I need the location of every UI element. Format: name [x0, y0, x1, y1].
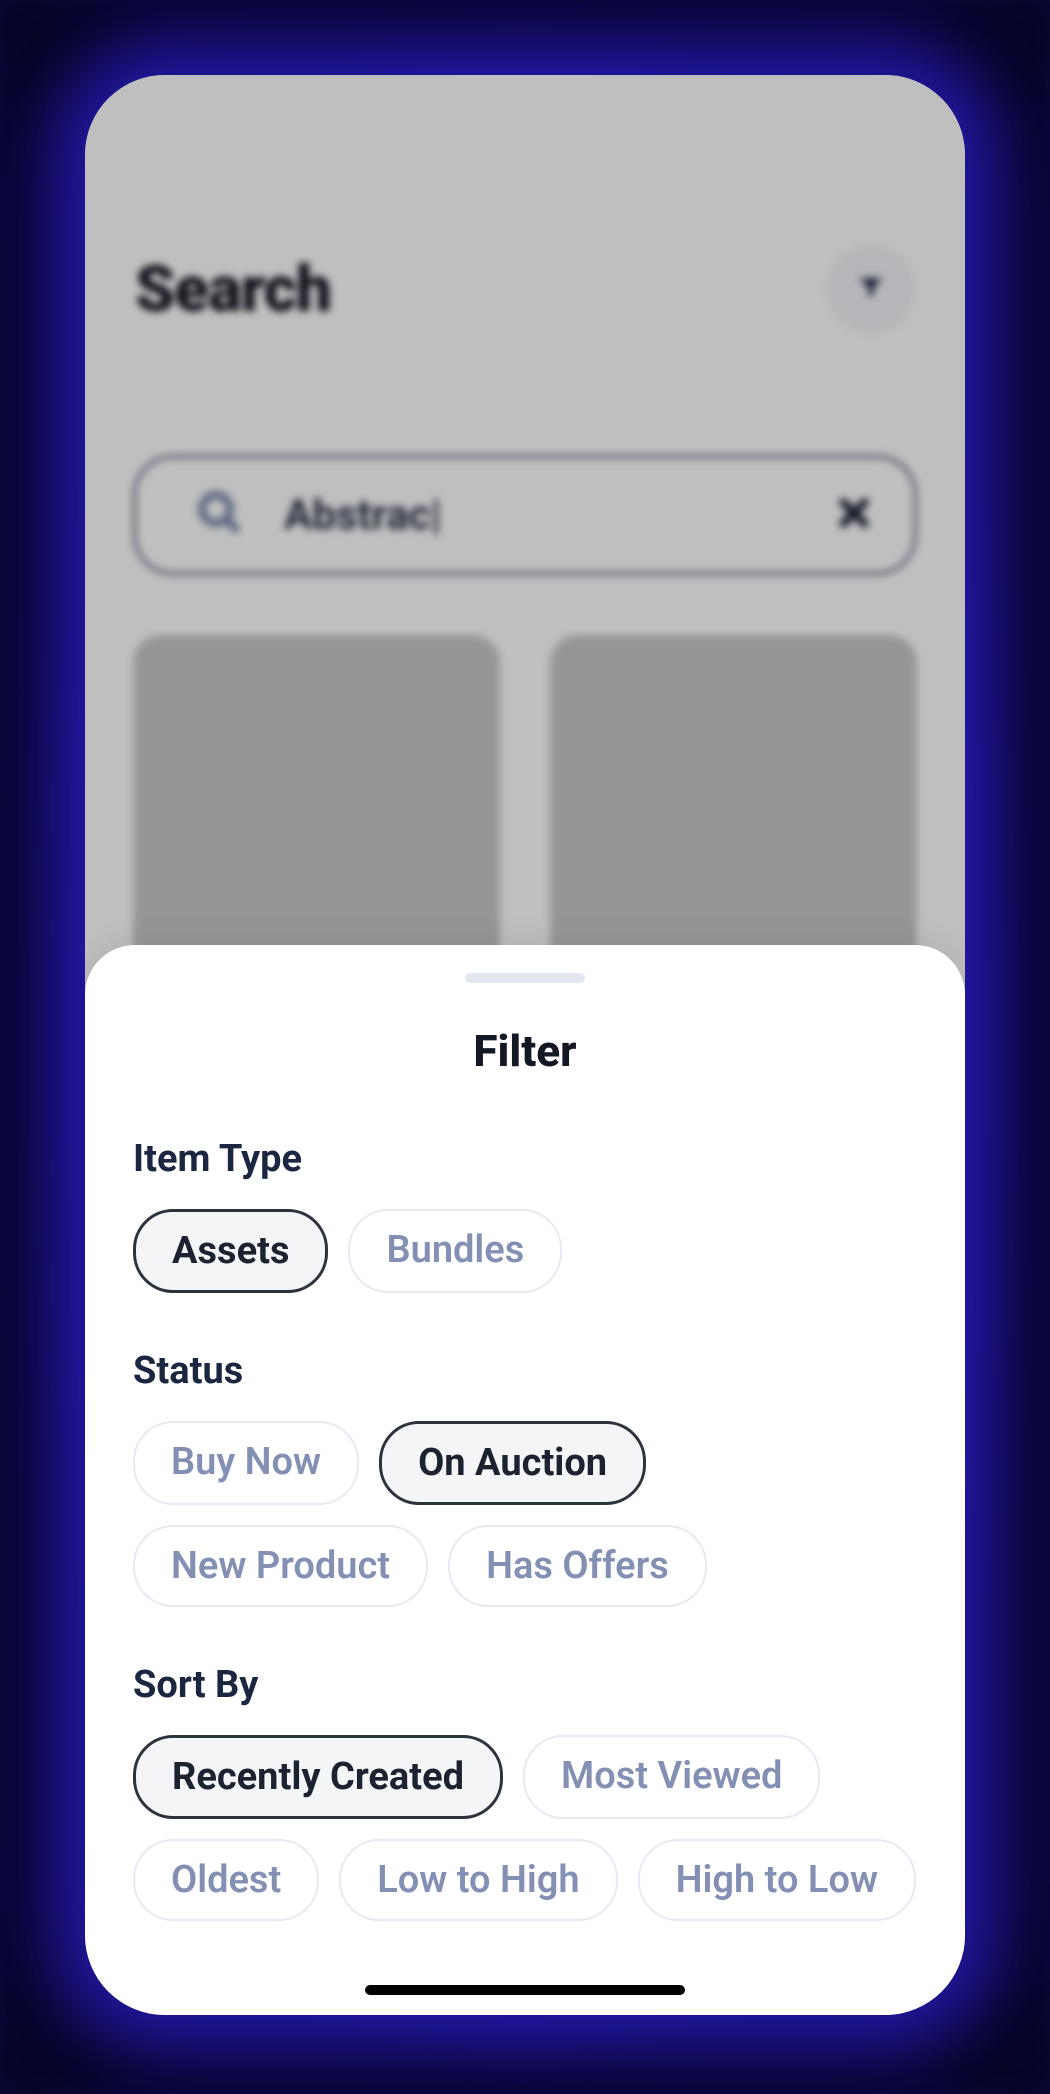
section-label-sort-by: Sort By — [133, 1663, 917, 1707]
chip-row-sort-by: Recently CreatedMost Viewed OldestLow to … — [133, 1735, 917, 1921]
filter-chip[interactable]: Most Viewed — [523, 1735, 820, 1819]
filter-chip[interactable]: High to Low — [638, 1839, 916, 1921]
filter-chip[interactable]: New Product — [133, 1525, 428, 1607]
chip-row-status: Buy NowOn Auction New ProductHas Offers — [133, 1421, 917, 1607]
phone-frame: Search Abstrac| Filter — [85, 75, 965, 2015]
filter-chip[interactable]: Recently Created — [133, 1735, 503, 1819]
sheet-title: Filter — [133, 1025, 917, 1077]
chip-row-item-type: AssetsBundles — [133, 1209, 917, 1293]
home-indicator[interactable] — [365, 1985, 685, 1995]
filter-chip[interactable]: Has Offers — [448, 1525, 707, 1607]
filter-chip[interactable]: Low to High — [339, 1839, 617, 1921]
section-label-item-type: Item Type — [133, 1137, 917, 1181]
sheet-grabber[interactable] — [465, 973, 585, 983]
filter-chip[interactable]: Buy Now — [133, 1421, 359, 1505]
filter-sheet: Filter Item Type AssetsBundles Status Bu… — [85, 945, 965, 2015]
section-label-status: Status — [133, 1349, 917, 1393]
filter-chip[interactable]: Bundles — [348, 1209, 562, 1293]
filter-chip[interactable]: Assets — [133, 1209, 328, 1293]
filter-chip[interactable]: Oldest — [133, 1839, 319, 1921]
filter-chip[interactable]: On Auction — [379, 1421, 646, 1505]
